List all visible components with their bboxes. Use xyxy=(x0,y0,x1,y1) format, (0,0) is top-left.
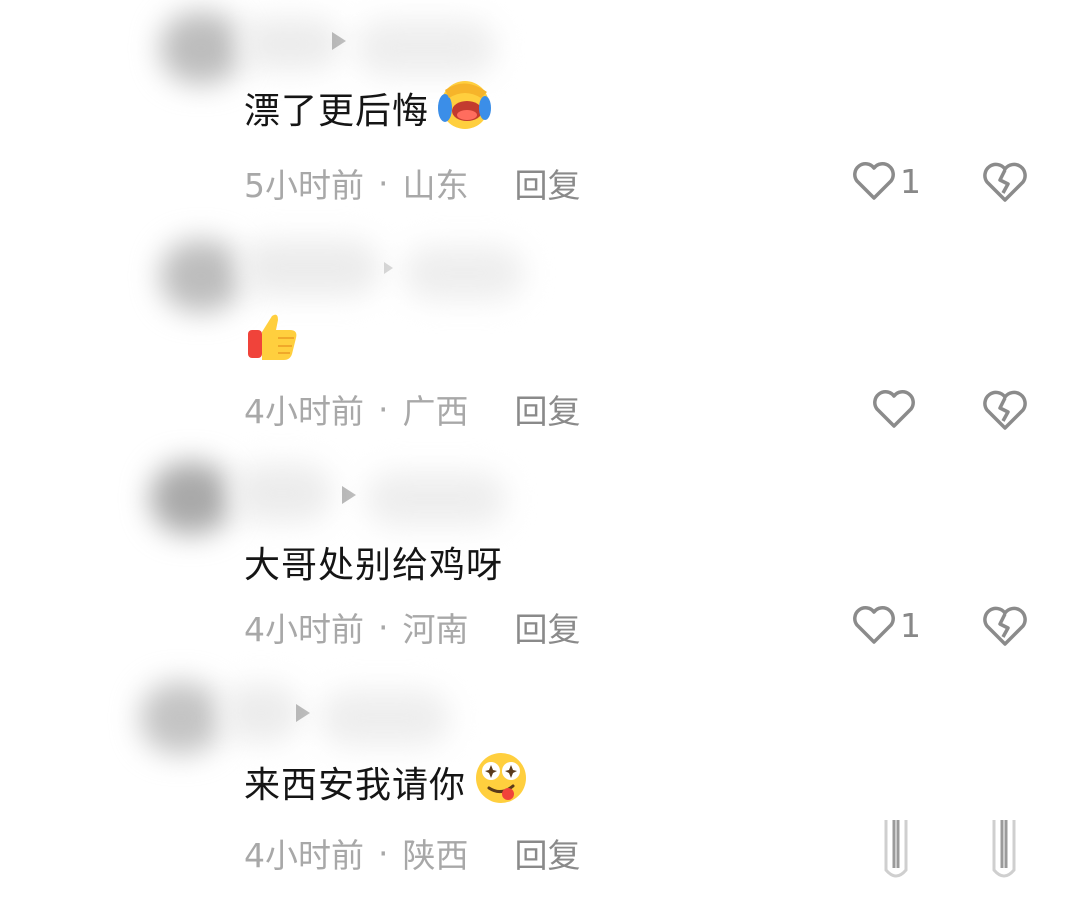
comment-location: 山东 xyxy=(402,166,469,205)
comment-location: 广西 xyxy=(402,392,469,431)
comment-text-content: 大哥处别给鸡呀 xyxy=(244,545,504,586)
comment-item: 4小时前 · 广西 回复 xyxy=(0,226,1080,452)
comment-text: 来西安我请你 xyxy=(244,752,530,810)
like-count: 1 xyxy=(900,605,921,645)
broken-heart-icon xyxy=(983,606,1027,646)
reply-arrow-icon xyxy=(342,486,356,504)
heart-outline-icon xyxy=(853,162,895,200)
username[interactable] xyxy=(240,240,380,296)
avatar[interactable] xyxy=(160,240,242,312)
like-button[interactable]: 1 xyxy=(852,160,921,202)
comment-meta: 4小时前 · 河南 回复 xyxy=(244,604,581,650)
broken-heart-icon xyxy=(983,390,1027,430)
like-button[interactable]: 1 xyxy=(852,604,921,646)
reply-to-username[interactable] xyxy=(356,20,496,76)
comment-time: 4小时前 xyxy=(244,836,364,875)
reply-arrow-icon xyxy=(384,262,393,274)
comment-location: 河南 xyxy=(402,610,469,649)
heart-outline-icon xyxy=(853,606,895,644)
dislike-button[interactable] xyxy=(982,160,1028,208)
separator: · xyxy=(378,833,389,873)
reply-button[interactable]: 回复 xyxy=(515,159,581,207)
comment-location: 陕西 xyxy=(402,836,469,875)
comment-meta: 4小时前 · 陕西 回复 xyxy=(244,830,581,876)
username[interactable] xyxy=(222,684,300,742)
reply-arrow-icon xyxy=(332,32,346,50)
reply-to-username[interactable] xyxy=(320,690,450,746)
dislike-button[interactable] xyxy=(982,604,1028,652)
comment-meta: 4小时前 · 广西 回复 xyxy=(244,386,581,432)
like-count: 1 xyxy=(900,161,921,201)
comment-time: 5小时前 xyxy=(244,166,364,205)
avatar[interactable] xyxy=(160,12,242,84)
comment-item: 大哥处别给鸡呀 4小时前 · 河南 回复 1 xyxy=(0,452,1080,678)
scroll-indicator-icon xyxy=(988,820,1020,890)
dislike-button[interactable] xyxy=(982,388,1028,436)
separator: · xyxy=(378,163,389,203)
comment-item: 来西安我请你 4小时前 · 陕西 回复 xyxy=(0,672,1080,898)
comment-text: 漂了更后悔 xyxy=(244,80,493,134)
reply-to-username[interactable] xyxy=(404,246,524,300)
comment-meta: 5小时前 · 山东 回复 xyxy=(244,160,581,206)
reply-button[interactable]: 回复 xyxy=(515,603,581,651)
avatar[interactable] xyxy=(140,682,222,754)
comment-text-content: 漂了更后悔 xyxy=(244,91,430,132)
reply-arrow-icon xyxy=(296,704,310,722)
comment-text: 大哥处别给鸡呀 xyxy=(244,534,503,590)
reply-button[interactable]: 回复 xyxy=(515,829,581,877)
comment-text-content: 来西安我请你 xyxy=(244,765,467,806)
username[interactable] xyxy=(240,18,340,70)
heart-outline-icon xyxy=(873,390,915,428)
scroll-indicator-icon xyxy=(880,820,912,890)
separator: · xyxy=(378,389,389,429)
avatar[interactable] xyxy=(150,462,232,534)
comment-item: 漂了更后悔 5小时前 · 山东 回复 1 xyxy=(0,0,1080,226)
reply-button[interactable]: 回复 xyxy=(515,385,581,433)
comment-time: 4小时前 xyxy=(244,392,364,431)
separator: · xyxy=(378,607,389,647)
reply-to-username[interactable] xyxy=(366,472,506,526)
broken-heart-icon xyxy=(983,162,1027,202)
thumbs-up-icon xyxy=(244,308,300,373)
username[interactable] xyxy=(232,464,332,522)
starry-eyes-tongue-icon xyxy=(472,750,530,815)
like-button[interactable] xyxy=(872,388,916,430)
comment-text xyxy=(244,312,300,368)
comment-time: 4小时前 xyxy=(244,610,364,649)
face-palm-laughing-icon xyxy=(435,78,493,139)
